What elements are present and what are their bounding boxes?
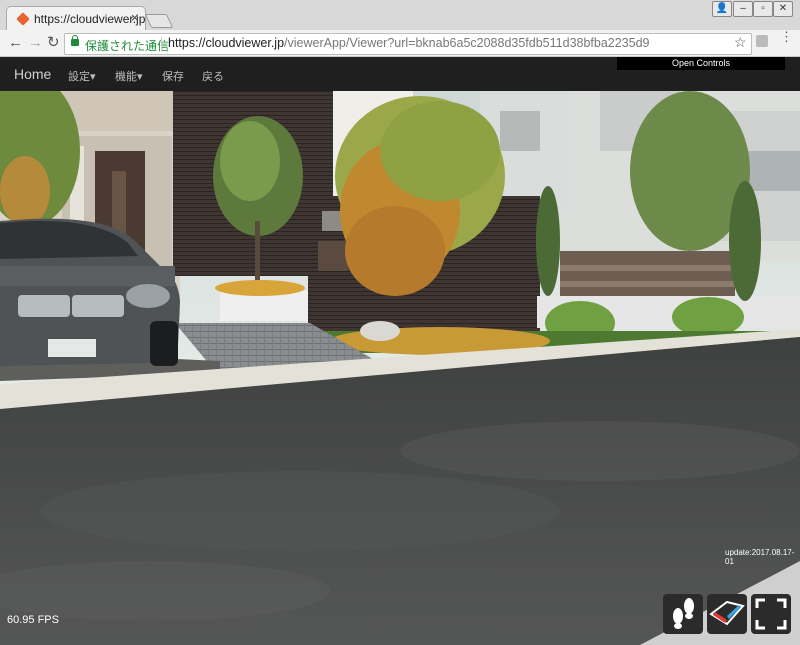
nav-back[interactable]: 戻る bbox=[202, 68, 224, 84]
browser-menu-icon[interactable]: ⋮ bbox=[780, 30, 793, 43]
tab-close-icon[interactable]: × bbox=[131, 10, 139, 25]
maximize-icon[interactable]: ▫ bbox=[753, 1, 773, 17]
tab-title: https://cloudviewer.jp bbox=[34, 12, 146, 26]
url-text[interactable]: https://cloudviewer.jp/viewerApp/Viewer?… bbox=[168, 36, 650, 50]
reload-icon[interactable]: ↻ bbox=[47, 34, 60, 52]
browser-toolbar: ← → ↻ 保護された通信 https://cloudviewer.jp/vie… bbox=[0, 30, 800, 57]
extension-icon[interactable] bbox=[756, 35, 768, 47]
app-navbar: Home 設定▾ 機能▾ 保存 戻る Open Controls bbox=[0, 57, 800, 91]
3d-viewport[interactable]: update:2017.08.17-01 60.95 FPS bbox=[0, 91, 800, 645]
3d-glasses-icon bbox=[709, 600, 745, 626]
close-window-icon[interactable]: ✕ bbox=[773, 1, 793, 17]
walk-mode-button[interactable] bbox=[663, 594, 703, 634]
address-bar[interactable]: 保護された通信 https://cloudviewer.jp/viewerApp… bbox=[64, 33, 752, 55]
bookmark-star-icon[interactable]: ☆ bbox=[734, 34, 747, 51]
security-label: 保護された通信 bbox=[85, 39, 170, 53]
nav-features[interactable]: 機能▾ bbox=[115, 68, 143, 84]
home-link[interactable]: Home bbox=[14, 66, 51, 82]
site-favicon-icon bbox=[16, 12, 30, 26]
fps-counter: 60.95 FPS bbox=[7, 614, 59, 626]
browser-tab-strip: https://cloudviewer.jp × 👤 – ▫ ✕ bbox=[0, 0, 800, 31]
open-controls-button[interactable]: Open Controls bbox=[617, 57, 785, 70]
profile-icon[interactable]: 👤 bbox=[712, 1, 732, 17]
nav-save[interactable]: 保存 bbox=[162, 68, 184, 84]
fullscreen-button[interactable] bbox=[751, 594, 791, 634]
lock-icon bbox=[71, 35, 79, 46]
update-label: update:2017.08.17-01 bbox=[725, 548, 795, 566]
vr-mode-button[interactable] bbox=[707, 594, 747, 634]
minimize-icon[interactable]: – bbox=[733, 1, 753, 17]
footsteps-icon bbox=[673, 598, 694, 629]
fullscreen-icon bbox=[755, 598, 787, 630]
nav-settings[interactable]: 設定▾ bbox=[68, 68, 96, 84]
forward-icon[interactable]: → bbox=[28, 34, 43, 52]
browser-tab[interactable]: https://cloudviewer.jp × bbox=[6, 6, 146, 31]
new-tab-button[interactable] bbox=[144, 14, 174, 28]
back-icon[interactable]: ← bbox=[8, 34, 23, 52]
divider bbox=[161, 37, 162, 51]
3d-scene bbox=[0, 91, 800, 645]
